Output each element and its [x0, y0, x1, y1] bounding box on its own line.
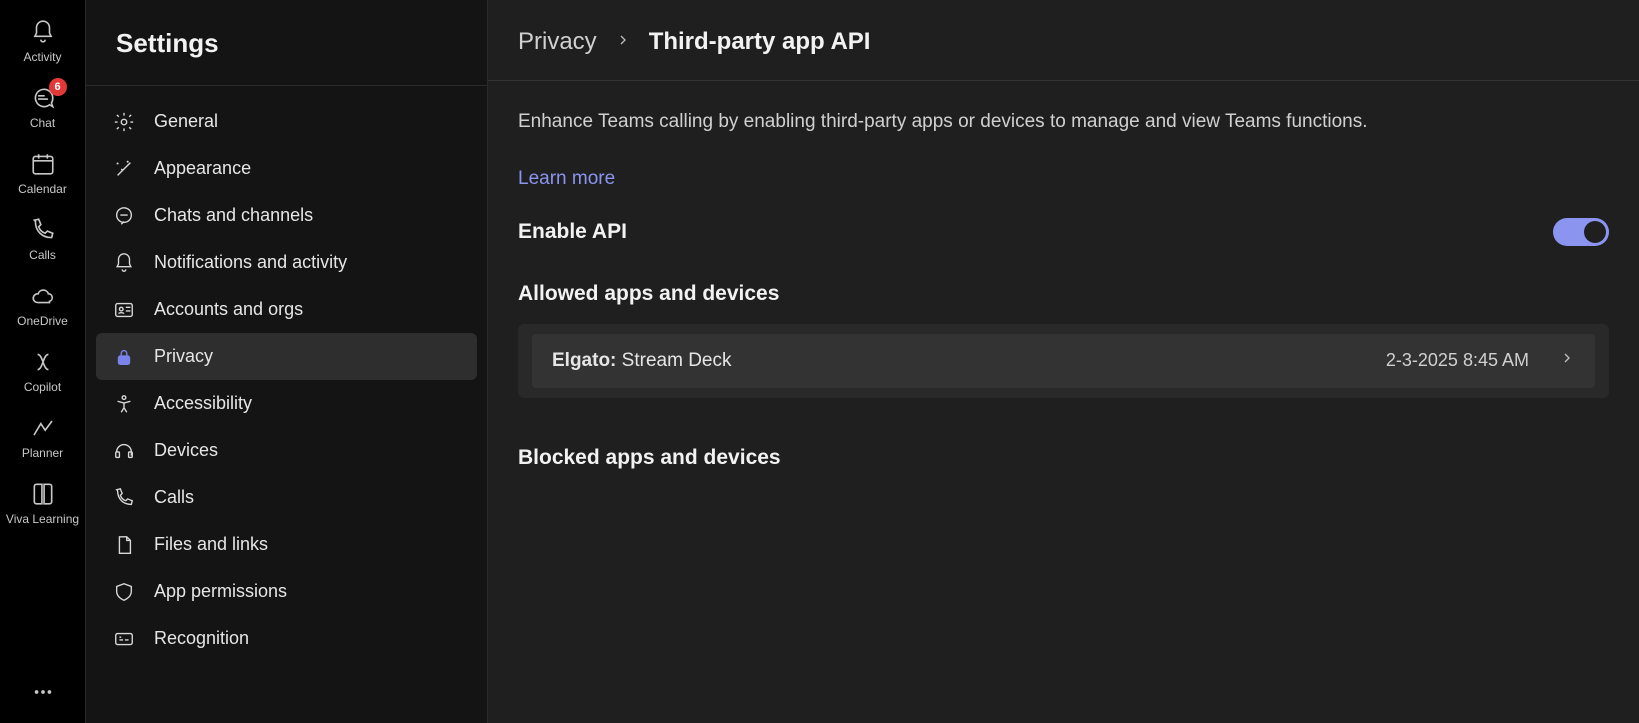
- sidebar-item-devices[interactable]: Devices: [96, 427, 477, 474]
- sidebar-item-label: General: [154, 111, 218, 132]
- sidebar-item-label: Calls: [154, 487, 194, 508]
- book-icon: [29, 480, 57, 508]
- allowed-section-title: Allowed apps and devices: [518, 282, 1609, 306]
- app-rail: Activity 6 Chat Calendar Calls OneDrive …: [0, 0, 86, 723]
- planner-icon: [29, 414, 57, 442]
- rail-label: Copilot: [24, 380, 61, 394]
- chat-badge: 6: [49, 78, 67, 96]
- blocked-section-title: Blocked apps and devices: [518, 446, 1609, 470]
- id-card-icon: [112, 298, 136, 322]
- sidebar-item-label: Files and links: [154, 534, 268, 555]
- sidebar-item-files-links[interactable]: Files and links: [96, 521, 477, 568]
- caption-icon: [112, 627, 136, 651]
- sidebar-item-label: Accessibility: [154, 393, 252, 414]
- sidebar-item-chats-channels[interactable]: Chats and channels: [96, 192, 477, 239]
- rail-more-button[interactable]: [0, 669, 85, 715]
- rail-item-viva-learning[interactable]: Viva Learning: [0, 470, 85, 536]
- sidebar-item-appearance[interactable]: Appearance: [96, 145, 477, 192]
- sidebar-item-calls[interactable]: Calls: [96, 474, 477, 521]
- copilot-icon: [29, 348, 57, 376]
- enable-api-row: Enable API: [518, 218, 1609, 246]
- rail-item-activity[interactable]: Activity: [0, 8, 85, 74]
- main-content: Privacy Third-party app API Enhance Team…: [488, 0, 1639, 723]
- rail-item-calls[interactable]: Calls: [0, 206, 85, 272]
- wand-icon: [112, 157, 136, 181]
- sidebar-item-label: Chats and channels: [154, 205, 313, 226]
- bell-icon: [29, 18, 57, 46]
- device-timestamp: 2-3-2025 8:45 AM: [1386, 350, 1529, 371]
- breadcrumb-parent[interactable]: Privacy: [518, 28, 597, 56]
- headset-icon: [112, 439, 136, 463]
- allowed-devices-card: Elgato: Stream Deck 2-3-2025 8:45 AM: [518, 324, 1609, 398]
- rail-label: Activity: [23, 50, 61, 64]
- sidebar-item-label: Recognition: [154, 628, 249, 649]
- rail-item-copilot[interactable]: Copilot: [0, 338, 85, 404]
- rail-item-planner[interactable]: Planner: [0, 404, 85, 470]
- sidebar-item-accessibility[interactable]: Accessibility: [96, 380, 477, 427]
- enable-api-toggle[interactable]: [1553, 218, 1609, 246]
- accessibility-icon: [112, 392, 136, 416]
- rail-label: Viva Learning: [6, 512, 79, 526]
- rail-label: Planner: [22, 446, 63, 460]
- breadcrumb: Privacy Third-party app API: [488, 0, 1639, 81]
- cloud-icon: [29, 282, 57, 310]
- enable-api-label: Enable API: [518, 220, 627, 244]
- settings-title: Settings: [86, 0, 487, 86]
- sidebar-item-label: App permissions: [154, 581, 287, 602]
- content-area: Enhance Teams calling by enabling third-…: [488, 81, 1639, 518]
- learn-more-link[interactable]: Learn more: [518, 168, 615, 190]
- blocked-section: Blocked apps and devices: [518, 446, 1609, 470]
- chevron-right-icon: [1559, 350, 1575, 371]
- file-icon: [112, 533, 136, 557]
- rail-item-calendar[interactable]: Calendar: [0, 140, 85, 206]
- sidebar-item-app-permissions[interactable]: App permissions: [96, 568, 477, 615]
- sidebar-item-label: Notifications and activity: [154, 252, 347, 273]
- allowed-device-item[interactable]: Elgato: Stream Deck 2-3-2025 8:45 AM: [532, 334, 1595, 388]
- rail-label: Chat: [30, 116, 55, 130]
- shield-icon: [112, 580, 136, 604]
- more-icon: [32, 681, 54, 703]
- rail-label: OneDrive: [17, 314, 68, 328]
- chat-icon: 6: [29, 84, 57, 112]
- device-vendor: Elgato:: [552, 350, 616, 371]
- page-description: Enhance Teams calling by enabling third-…: [518, 109, 1609, 136]
- chat-bubble-icon: [112, 204, 136, 228]
- rail-item-chat[interactable]: 6 Chat: [0, 74, 85, 140]
- sidebar-item-label: Appearance: [154, 158, 251, 179]
- rail-item-onedrive[interactable]: OneDrive: [0, 272, 85, 338]
- lock-icon: [112, 345, 136, 369]
- device-meta: 2-3-2025 8:45 AM: [1386, 350, 1575, 371]
- settings-sidebar: Settings General Appearance Chats and ch…: [86, 0, 488, 723]
- phone-icon: [29, 216, 57, 244]
- rail-label: Calendar: [18, 182, 67, 196]
- sidebar-item-recognition[interactable]: Recognition: [96, 615, 477, 662]
- toggle-knob: [1584, 221, 1606, 243]
- device-name: Elgato: Stream Deck: [552, 350, 731, 372]
- device-product: Stream Deck: [622, 350, 732, 371]
- settings-list: General Appearance Chats and channels No…: [86, 86, 487, 674]
- rail-label: Calls: [29, 248, 56, 262]
- sidebar-item-label: Accounts and orgs: [154, 299, 303, 320]
- gear-icon: [112, 110, 136, 134]
- sidebar-item-privacy[interactable]: Privacy: [96, 333, 477, 380]
- sidebar-item-notifications[interactable]: Notifications and activity: [96, 239, 477, 286]
- breadcrumb-current: Third-party app API: [649, 28, 871, 56]
- bell-icon: [112, 251, 136, 275]
- chevron-right-icon: [615, 32, 631, 53]
- sidebar-item-label: Devices: [154, 440, 218, 461]
- phone-icon: [112, 486, 136, 510]
- calendar-icon: [29, 150, 57, 178]
- sidebar-item-label: Privacy: [154, 346, 213, 367]
- sidebar-item-accounts[interactable]: Accounts and orgs: [96, 286, 477, 333]
- sidebar-item-general[interactable]: General: [96, 98, 477, 145]
